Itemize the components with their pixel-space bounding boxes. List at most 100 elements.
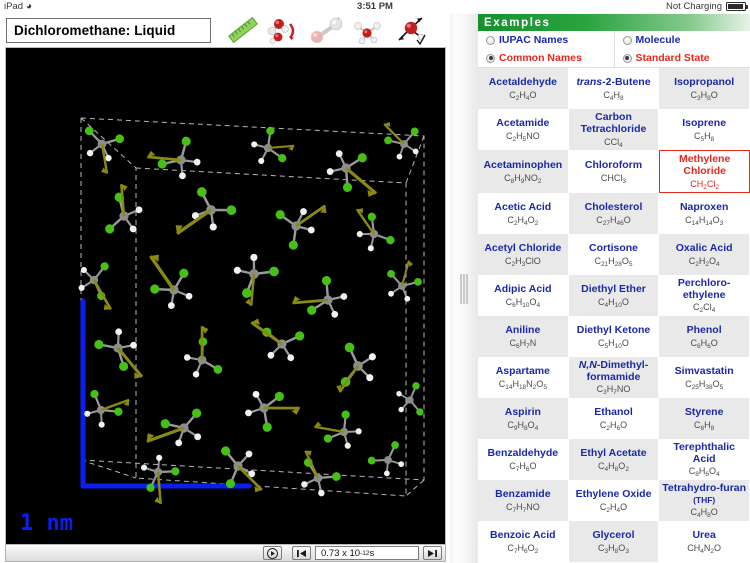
status-clock: 3:51 PM [357,1,393,12]
molecule-formula: C2H2O4 [688,255,720,268]
molecule-name: Diethyl Ether [581,282,646,295]
molecule-cell-isopropanol[interactable]: Isopropanol C3H8O [659,68,750,109]
molecule-cell-terephthalic-acid[interactable]: Terephthalic Acid C8H6O4 [659,438,750,480]
molecule-cell-adipic-acid[interactable]: Adipic Acid C6H10O4 [478,274,569,316]
molecule-name: Acetaminophen [483,158,563,171]
molecule-formula: C3H8O3 [598,542,629,555]
molecule-cell-carbon-tetrachloride[interactable]: Carbon Tetrachloride CCl4 [568,109,660,150]
molecule-cell-styrene[interactable]: Styrene C8H8 [659,397,750,439]
molecule-cell-phenol[interactable]: Phenol C6H6O [659,315,750,357]
playback-bar: 0.73 x 10 -12 s [5,545,446,562]
status-right: Not Charging [666,1,748,12]
molecule-cell-cortisone[interactable]: Cortisone C21H28O5 [568,233,660,275]
radio-label: Standard State [635,52,710,64]
molecule-formula: C14H18N2O5 [498,378,547,391]
molecule-name: N,N-Dimethyl-formamide [578,358,649,383]
molecule-name: Ethylene Oxide [575,487,652,500]
time-exponent: -12 [360,549,370,557]
molecule-cell-n-n-dimethyl-formamide[interactable]: N,N-Dimethyl-formamide C3H7NO [568,356,660,398]
ios-status-bar: iPad ◕ 3:51 PM Not Charging [0,0,750,14]
molecule-formula: C21H28O5 [594,255,633,268]
step-back-icon[interactable] [292,546,311,560]
molecule-cell-methylene-chloride[interactable]: Methylene Chloride CH2Cl2 [659,150,750,193]
molecule-cell-acetamide[interactable]: Acetamide C2H5NO [478,109,569,150]
molecule-cell-tetrahydro-furan-thf[interactable]: Tetrahydro-furan (THF) C4H8O [659,479,750,521]
molecule-name: Acetyl Chloride [484,241,562,254]
ruler-icon[interactable] [222,15,264,46]
molecule-formula: C5H10O [598,337,629,350]
molecule-name: Benzamide [495,487,551,500]
molecule-formula: CCl4 [604,136,623,149]
molecule-formula: CHCl3 [600,172,627,185]
play-icon[interactable] [263,546,282,560]
molecule-cell-aspartame[interactable]: Aspartame C14H18N2O5 [478,356,569,398]
radio-icon [486,35,495,45]
molecule-name: Chloroform [584,158,643,171]
molecule-cell-benzamide[interactable]: Benzamide C7H7NO [478,479,569,521]
radio-standard-state[interactable]: Standard State [613,49,750,67]
molecule-cell-glycerol[interactable]: Glycerol C3H8O3 [568,520,660,562]
molecule-cell-perchloro-ethylene[interactable]: Perchloro-ethylene C2Cl4 [659,274,750,316]
molecule-name: Oxalic Acid [675,241,733,254]
molecule-cell-acetaldehyde[interactable]: Acetaldehyde C2H4O [478,68,569,109]
molecule-name: Acetaldehyde [488,75,557,88]
examples-options: IUPAC Names Molecule Common Names Standa… [478,31,750,68]
molecule-cell-chloroform[interactable]: Chloroform CHCl3 [568,150,660,193]
molecule-cell-acetaminophen[interactable]: Acetaminophen C8H9NO2 [478,150,569,193]
molecule-name: Aniline [505,323,541,336]
molecule-cell-simvastatin[interactable]: Simvastatin C25H38O5 [659,356,750,398]
molecule-name: Carbon Tetrachloride [580,111,647,135]
molecule-cell-naproxen[interactable]: Naproxen C14H14O3 [659,192,750,234]
molecule-cell-benzoic-acid[interactable]: Benzoic Acid C7H6O2 [478,520,569,562]
molecule-formula: C2H4O2 [507,214,539,227]
time-mantissa: 0.73 x 10 [321,547,361,559]
radio-molecule[interactable]: Molecule [613,31,750,49]
molecule-cell-isoprene[interactable]: Isoprene C5H8 [659,109,750,150]
molecule-formula: CH4N2O [687,542,722,555]
molecule-name: Benzoic Acid [490,528,556,541]
molecules-arrow-icon[interactable] [264,15,306,46]
molecule-title-field[interactable]: Dichloromethane: Liquid [6,18,211,43]
molecule-cell-ethylene-oxide[interactable]: Ethylene Oxide C2H4O [568,479,660,521]
molecule-cell-acetic-acid[interactable]: Acetic Acid C2H4O2 [478,192,569,234]
molecule-name: Aspartame [495,364,550,377]
pane-splitter[interactable] [450,14,478,563]
small-molecule-icon[interactable] [348,15,390,46]
molecule-name: Acetamide [496,116,550,129]
molecule-cell-acetyl-chloride[interactable]: Acetyl Chloride C2H3ClO [478,233,569,275]
time-unit: s [369,547,375,559]
molecule-cell-diethyl-ketone[interactable]: Diethyl Ketone C5H10O [568,315,660,357]
radio-label: Molecule [635,34,681,46]
radio-icon [622,35,632,45]
molecule-cell-aspirin[interactable]: Aspirin C9H8O4 [478,397,569,439]
molecule-formula: C8H8 [694,419,715,432]
molecule-formula: C9H8O4 [507,419,539,432]
step-forward-icon[interactable] [423,546,442,560]
molecule-cell-ethyl-acetate[interactable]: Ethyl Acetate C4H8O2 [568,438,660,480]
molecule-cell-cholesterol[interactable]: Cholesterol C27H46O [568,192,660,234]
radio-common-names[interactable]: Common Names [478,49,614,67]
molecule-cell-diethyl-ether[interactable]: Diethyl Ether C4H10O [568,274,660,316]
molecule-vector-check-icon[interactable] [390,15,432,46]
molecule-cell-benzaldehyde[interactable]: Benzaldehyde C7H6O [478,438,569,480]
options-row-1: IUPAC Names Molecule [478,31,750,49]
molecule-cell-ethanol[interactable]: Ethanol C2H6O [568,397,660,439]
molecule-cell-urea[interactable]: Urea CH4N2O [659,520,750,562]
molecule-cell-oxalic-acid[interactable]: Oxalic Acid C2H2O4 [659,233,750,275]
molecule-cell-aniline[interactable]: Aniline C6H7N [478,315,569,357]
molecule-name: Diethyl Ketone [576,323,651,336]
toolbar-icon-group [222,15,447,46]
molecule-name: Cholesterol [584,200,643,213]
molecule-cell-trans-2-butene[interactable]: trans-2-Butene C4H8 [568,68,660,109]
molecule-name: Urea [692,528,716,541]
bond-dumbbell-icon[interactable] [306,15,348,46]
radio-iupac-names[interactable]: IUPAC Names [478,31,614,49]
app-root: iPad ◕ 3:51 PM Not Charging Dichlorometh… [0,0,750,563]
molecule-simulation-canvas[interactable]: 1 nm [6,48,445,544]
simulation-viewport[interactable]: 1 nm [5,47,446,545]
scale-label: 1 nm [20,511,73,536]
molecule-formula: C2H4O [509,89,537,102]
molecule-formula: C3H7NO [596,384,631,397]
molecule-name: Methylene Chloride [678,153,731,177]
molecule-formula: C7H7NO [505,501,540,514]
